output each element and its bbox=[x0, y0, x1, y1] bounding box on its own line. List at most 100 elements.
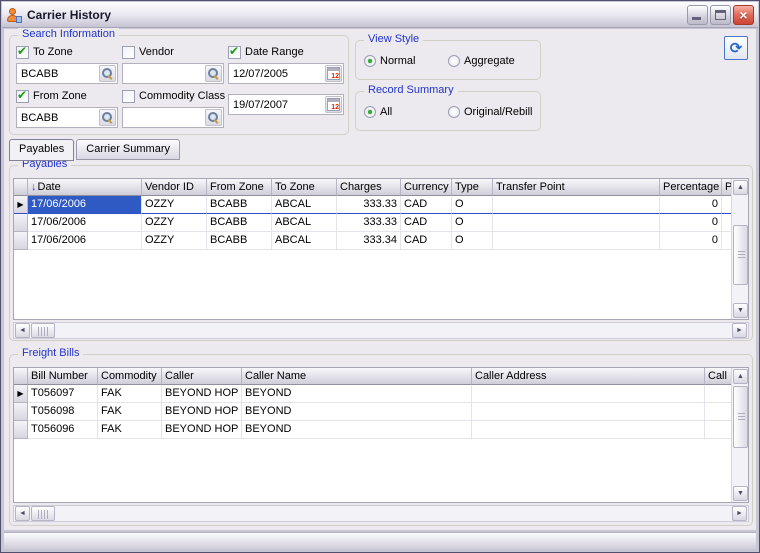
cell[interactable]: 0 bbox=[660, 214, 722, 232]
scroll-up-icon[interactable]: ▲ bbox=[733, 369, 748, 384]
payables-horizontal-scrollbar[interactable]: ◄ ► bbox=[13, 322, 749, 339]
cell[interactable]: 333.33 bbox=[337, 196, 401, 214]
cell[interactable] bbox=[472, 421, 705, 439]
commodity-class-lookup-button[interactable] bbox=[205, 109, 222, 126]
column-header[interactable]: Caller Address bbox=[472, 368, 705, 385]
cell[interactable]: T056096 bbox=[28, 421, 98, 439]
column-header[interactable]: Vendor ID bbox=[142, 179, 207, 196]
from-zone-lookup-button[interactable] bbox=[99, 109, 116, 126]
cell[interactable] bbox=[472, 385, 705, 403]
column-header[interactable]: ↓Date bbox=[28, 179, 142, 196]
cell[interactable]: BEYOND HOP bbox=[162, 385, 242, 403]
scroll-down-icon[interactable]: ▼ bbox=[733, 303, 748, 318]
titlebar[interactable]: Carrier History × bbox=[2, 2, 758, 28]
freight-bills-hscroll-thumb[interactable] bbox=[31, 506, 55, 521]
cell[interactable]: ABCAL bbox=[272, 196, 337, 214]
column-header[interactable]: From Zone bbox=[207, 179, 272, 196]
column-header[interactable]: Caller Name bbox=[242, 368, 472, 385]
vendor-lookup-button[interactable] bbox=[205, 65, 222, 82]
freight-bills-vscroll-thumb[interactable] bbox=[733, 386, 748, 448]
to-zone-input[interactable] bbox=[19, 65, 97, 82]
cell[interactable]: BCABB bbox=[207, 196, 272, 214]
to-zone-lookup-button[interactable] bbox=[99, 65, 116, 82]
freight-bills-horizontal-scrollbar[interactable]: ◄ ► bbox=[13, 505, 749, 522]
cell[interactable]: O bbox=[452, 232, 493, 250]
cell[interactable]: BEYOND HOP bbox=[162, 421, 242, 439]
minimize-button[interactable] bbox=[687, 5, 708, 25]
freight-bills-vertical-scrollbar[interactable]: ▲ ▼ bbox=[731, 368, 748, 502]
cell[interactable]: CAD bbox=[401, 196, 452, 214]
cell[interactable]: FAK bbox=[98, 403, 162, 421]
from-zone-input[interactable] bbox=[19, 109, 97, 126]
cell[interactable]: FAK bbox=[98, 421, 162, 439]
cell[interactable]: CAD bbox=[401, 232, 452, 250]
cell[interactable]: OZZY bbox=[142, 196, 207, 214]
commodity-class-checkbox[interactable]: ✔ bbox=[122, 90, 135, 103]
date-from-calendar-button[interactable]: 12 bbox=[325, 65, 342, 82]
cell[interactable] bbox=[722, 196, 731, 214]
cell[interactable]: OZZY bbox=[142, 232, 207, 250]
column-header[interactable]: To Zone bbox=[272, 179, 337, 196]
date-from-input[interactable] bbox=[231, 65, 323, 82]
row-selector[interactable]: ▶ bbox=[14, 385, 28, 403]
scroll-left-icon[interactable]: ◄ bbox=[15, 506, 30, 521]
vendor-input[interactable] bbox=[125, 65, 203, 82]
cell[interactable]: FAK bbox=[98, 385, 162, 403]
row-selector[interactable] bbox=[14, 232, 28, 250]
cell[interactable]: 17/06/2006 bbox=[28, 214, 142, 232]
payables-vscroll-thumb[interactable] bbox=[733, 225, 748, 285]
cell[interactable] bbox=[493, 214, 660, 232]
cell[interactable]: 17/06/2006 bbox=[28, 232, 142, 250]
column-header[interactable]: Commodity bbox=[98, 368, 162, 385]
normal-radio[interactable] bbox=[364, 55, 376, 67]
cell[interactable]: 0 bbox=[660, 196, 722, 214]
cell[interactable] bbox=[493, 196, 660, 214]
column-header[interactable]: Call bbox=[705, 368, 731, 385]
date-range-checkbox[interactable]: ✔ bbox=[228, 46, 241, 59]
close-button[interactable]: × bbox=[733, 5, 754, 25]
cell[interactable] bbox=[493, 232, 660, 250]
cell[interactable]: CAD bbox=[401, 214, 452, 232]
view-style-normal-option[interactable]: Normal bbox=[364, 54, 415, 68]
cell[interactable]: BEYOND bbox=[242, 403, 472, 421]
cell[interactable]: BEYOND HOP bbox=[162, 403, 242, 421]
scroll-left-icon[interactable]: ◄ bbox=[15, 323, 30, 338]
cell[interactable]: 0 bbox=[660, 232, 722, 250]
cell[interactable]: O bbox=[452, 214, 493, 232]
column-header[interactable]: Percentage bbox=[660, 179, 722, 196]
cell[interactable]: ABCAL bbox=[272, 232, 337, 250]
to-zone-checkbox[interactable]: ✔ bbox=[16, 46, 29, 59]
cell[interactable]: 333.33 bbox=[337, 214, 401, 232]
tab-carrier-summary[interactable]: Carrier Summary bbox=[76, 139, 180, 160]
cell[interactable]: BEYOND bbox=[242, 421, 472, 439]
cell[interactable]: 17/06/2006 bbox=[28, 196, 142, 214]
row-selector[interactable]: ▶ bbox=[14, 196, 28, 214]
column-header[interactable]: Type bbox=[452, 179, 493, 196]
vendor-checkbox[interactable]: ✔ bbox=[122, 46, 135, 59]
cell[interactable] bbox=[722, 232, 731, 250]
cell[interactable] bbox=[705, 421, 731, 439]
cell[interactable]: T056097 bbox=[28, 385, 98, 403]
payables-vertical-scrollbar[interactable]: ▲ ▼ bbox=[731, 179, 748, 319]
record-summary-all-option[interactable]: All bbox=[364, 105, 392, 119]
original-rebill-radio[interactable] bbox=[448, 106, 460, 118]
row-selector[interactable] bbox=[14, 403, 28, 421]
maximize-button[interactable] bbox=[710, 5, 731, 25]
aggregate-radio[interactable] bbox=[448, 55, 460, 67]
cell[interactable]: OZZY bbox=[142, 214, 207, 232]
cell[interactable]: 333.34 bbox=[337, 232, 401, 250]
column-header[interactable]: P bbox=[722, 179, 731, 196]
column-header[interactable]: Bill Number bbox=[28, 368, 98, 385]
row-selector[interactable] bbox=[14, 214, 28, 232]
cell[interactable]: BEYOND bbox=[242, 385, 472, 403]
scroll-right-icon[interactable]: ► bbox=[732, 323, 747, 338]
tab-payables[interactable]: Payables bbox=[9, 139, 74, 161]
row-selector[interactable] bbox=[14, 421, 28, 439]
cell[interactable]: BCABB bbox=[207, 232, 272, 250]
cell[interactable]: ABCAL bbox=[272, 214, 337, 232]
view-style-aggregate-option[interactable]: Aggregate bbox=[448, 54, 515, 68]
cell[interactable] bbox=[722, 214, 731, 232]
cell[interactable]: O bbox=[452, 196, 493, 214]
column-header[interactable]: Transfer Point bbox=[493, 179, 660, 196]
commodity-class-input[interactable] bbox=[125, 109, 203, 126]
